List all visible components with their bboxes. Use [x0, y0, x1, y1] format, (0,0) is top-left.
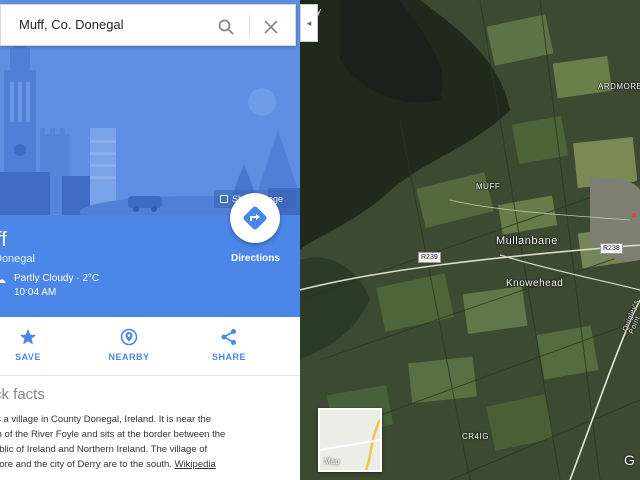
wikipedia-link[interactable]: Wikipedia: [175, 459, 216, 470]
road-shield: R238: [600, 243, 623, 254]
map-type-label: Map: [324, 457, 340, 466]
search-input[interactable]: Muff, Co. Donegal: [19, 17, 124, 32]
save-label: SAVE: [15, 352, 41, 362]
directions-label[interactable]: Directions: [231, 253, 280, 264]
satellite-map[interactable]: aghy ARDMORE MUFF Mullanbane Knowehead C…: [300, 0, 640, 480]
quick-facts-text: is a village in County Donegal, Ireland.…: [0, 412, 284, 472]
place-panel: Muff, Co. Donegal Share image ff Donegal…: [0, 0, 300, 480]
map-label: Mullanbane: [496, 235, 558, 247]
quick-facts-heading: ck facts: [0, 386, 45, 403]
nearby-icon: [120, 328, 138, 346]
place-title: ff: [0, 229, 7, 251]
facts-line: th of the River Foyle and sits at the bo…: [0, 429, 226, 440]
map-label: Knowehead: [506, 278, 564, 289]
facts-line: nore and the city of Derry are to the so…: [0, 457, 284, 472]
search-divider: [249, 15, 250, 37]
share-label: SHARE: [211, 352, 246, 362]
facts-line-text: nore and the city of Derry are to the so…: [0, 459, 172, 470]
collapse-panel-button[interactable]: ◂: [300, 4, 318, 42]
image-icon: [220, 195, 228, 203]
map-label: CR4IG: [462, 432, 489, 441]
facts-line: ublic of Ireland and Northern Ireland. T…: [0, 444, 208, 455]
facts-line: is a village in County Donegal, Ireland.…: [0, 414, 212, 425]
map-label: ARDMORE: [598, 82, 640, 91]
map-label: MUFF: [476, 182, 501, 191]
search-icon[interactable]: [217, 18, 235, 36]
save-button[interactable]: SAVE: [0, 328, 58, 372]
local-time: 10:04 AM: [14, 287, 57, 298]
map-type-toggle[interactable]: Map: [318, 408, 382, 472]
close-icon[interactable]: [263, 19, 279, 35]
weather-icon: ☁: [0, 275, 6, 286]
share-button[interactable]: SHARE: [199, 328, 259, 372]
nearby-button[interactable]: NEARBY: [99, 328, 159, 372]
place-subtitle: Donegal: [0, 253, 35, 265]
google-logo: G: [624, 452, 635, 468]
nearby-label: NEARBY: [108, 352, 150, 362]
star-icon: [20, 329, 36, 345]
directions-button[interactable]: [230, 193, 280, 243]
weather-text: Partly Cloudy · 2°C: [14, 273, 100, 284]
place-header: ff Donegal ☁ Partly Cloudy · 2°C 10:04 A…: [0, 193, 300, 317]
directions-icon: [243, 206, 267, 230]
road-shield: R239: [418, 252, 441, 263]
share-icon: [221, 329, 236, 345]
action-row: SAVE NEARBY SHARE: [0, 318, 300, 376]
search-box[interactable]: Muff, Co. Donegal: [0, 4, 296, 46]
